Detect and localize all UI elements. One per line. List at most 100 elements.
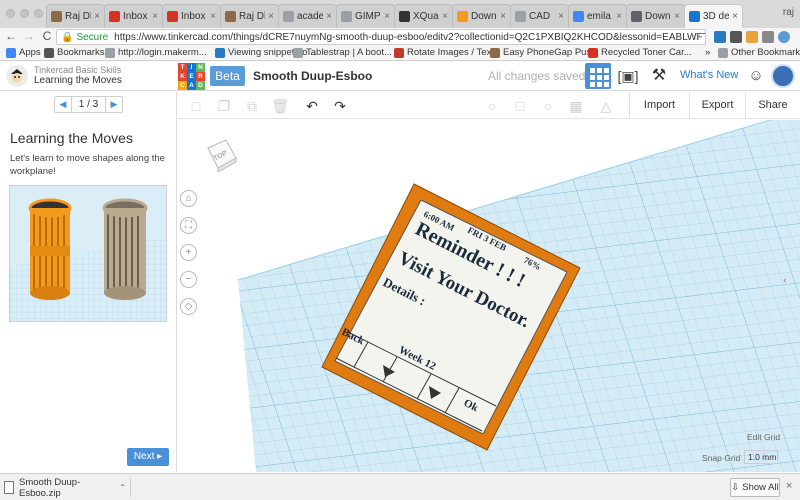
browser-tab[interactable]: Inbox -×	[104, 4, 163, 28]
browser-tab[interactable]: acade ×	[278, 4, 337, 28]
tab-title: Raj Dhi	[239, 11, 265, 22]
browser-tab[interactable]: 3D des×	[684, 4, 743, 28]
add-user-icon[interactable]: ☺+	[745, 65, 767, 106]
trash-icon[interactable]: 🗑	[270, 96, 290, 116]
browser-tab[interactable]: Raj Dhi×	[220, 4, 279, 28]
url-bar[interactable]: 🔒 Secure https://www.tinkercad.com/thing…	[56, 29, 706, 45]
duplicate-icon[interactable]: ⧉	[242, 96, 262, 116]
bookmark-item[interactable]: http://login.makerm...	[105, 47, 207, 58]
back-button[interactable]: ←	[4, 29, 18, 43]
collapse-panel-icon[interactable]: ‹	[778, 273, 792, 289]
show-all-button[interactable]: ⇩ Show All	[730, 478, 780, 497]
close-icon[interactable]: ×	[384, 11, 390, 22]
close-icon[interactable]: ×	[616, 11, 622, 22]
note-icon[interactable]: □	[510, 96, 530, 116]
close-icon[interactable]: ×	[326, 11, 332, 22]
browser-tab[interactable]: Downlo×	[452, 4, 511, 28]
share-button[interactable]: Share	[745, 92, 800, 119]
align-icon[interactable]: ▦	[566, 96, 586, 116]
star-icon	[44, 47, 54, 58]
close-icon[interactable]: ×	[268, 11, 274, 22]
forward-button[interactable]: →	[22, 29, 36, 43]
extension-icon[interactable]	[778, 31, 790, 43]
undo-icon[interactable]: ↶	[302, 96, 322, 116]
workplane-canvas[interactable]: 6:00 AM FRI 3 FEB 76% Reminder ! ! ! Vis…	[178, 120, 800, 472]
snap-grid-select[interactable]: 1.0 mm	[744, 450, 778, 464]
bookmark-label: Rotate Images / Tex...	[407, 47, 500, 58]
zoom-out-icon[interactable]: −	[180, 271, 197, 288]
close-icon[interactable]: ×	[94, 11, 100, 22]
bookmarks-overflow-button[interactable]: »	[705, 47, 710, 58]
chevron-up-icon[interactable]: ⌃	[119, 483, 126, 492]
reload-button[interactable]: C	[40, 29, 54, 43]
bulb-icon[interactable]: ○	[482, 96, 502, 116]
other-bookmarks[interactable]: Other Bookmarks	[718, 47, 800, 58]
extension-icon[interactable]	[730, 31, 742, 43]
bookmark-item[interactable]: Tablestrap | A boot...	[293, 47, 392, 58]
bookmark-label: Easy PhoneGap Pus...	[503, 47, 600, 58]
extension-icon[interactable]	[714, 31, 726, 43]
user-avatar[interactable]	[771, 64, 795, 88]
import-button[interactable]: Import	[629, 92, 689, 119]
extension-icon[interactable]	[762, 31, 774, 43]
close-icon[interactable]: ×	[152, 11, 158, 22]
close-icon[interactable]: ×	[732, 11, 738, 22]
browser-tab[interactable]: Raj Dhi×	[46, 4, 105, 28]
redo-icon[interactable]: ↷	[330, 96, 350, 116]
code-blocks-icon[interactable]: [▣]	[617, 65, 639, 87]
bookmark-label: Bookmarks	[57, 47, 105, 58]
next-step-arrow[interactable]: ▶	[106, 97, 122, 112]
zoom-in-icon[interactable]: +	[180, 244, 197, 261]
close-icon[interactable]: ×	[558, 11, 564, 22]
next-button[interactable]: Next ▸	[127, 448, 169, 466]
browser-tab[interactable]: GIMP -×	[336, 4, 395, 28]
hole-icon[interactable]: ○	[538, 96, 558, 116]
download-item[interactable]: Smooth Duup-Esboo.zip ⌃	[4, 477, 131, 499]
paste-icon[interactable]: ❐	[214, 96, 234, 116]
perspective-icon[interactable]: ◇	[180, 298, 197, 315]
prev-step-button[interactable]: ◀	[55, 97, 71, 112]
close-icon[interactable]: ×	[786, 480, 792, 492]
fit-view-icon[interactable]: ⛶	[180, 217, 197, 234]
edit-grid-link[interactable]: Edit Grid	[747, 432, 780, 442]
bookmark-item[interactable]: Apps	[6, 47, 41, 58]
tinkercad-logo[interactable]: TINKERCAD	[178, 63, 205, 90]
3d-view-button[interactable]	[585, 63, 611, 89]
gmail-favicon	[109, 11, 120, 22]
download-file-name[interactable]: Smooth Duup-Esboo.zip	[19, 477, 114, 499]
close-icon[interactable]: ×	[210, 11, 216, 22]
browser-tab[interactable]: CAD ×	[510, 4, 569, 28]
url-text[interactable]: https://www.tinkercad.com/things/dCRE7nu…	[114, 32, 705, 43]
bookmark-label: http://login.makerm...	[118, 47, 207, 58]
logo-letter: E	[187, 72, 196, 81]
browser-tab[interactable]: emila ×	[568, 4, 627, 28]
browser-tab[interactable]: Inbox (×	[162, 4, 221, 28]
profile-name[interactable]: raj	[783, 7, 794, 18]
new-shape-icon[interactable]: □	[186, 96, 206, 116]
bookmark-item[interactable]: Bookmarks	[44, 47, 105, 58]
browser-tab[interactable]: XQuart×	[394, 4, 453, 28]
bookmark-item[interactable]: Recycled Toner Car...	[588, 47, 692, 58]
maximize-window-button[interactable]	[34, 9, 43, 18]
view-cube[interactable]: TOP	[204, 138, 238, 173]
extension-icon[interactable]	[746, 31, 758, 43]
close-window-button[interactable]	[6, 9, 15, 18]
design-name[interactable]: Smooth Duup-Esboo	[253, 69, 372, 83]
close-icon[interactable]: ×	[442, 11, 448, 22]
whats-new-link[interactable]: What's New	[680, 69, 738, 81]
tab-title: acade	[297, 11, 324, 22]
bookmark-item[interactable]: Rotate Images / Tex...	[394, 47, 499, 58]
downloads-bar: Smooth Duup-Esboo.zip ⌃ ⇩ Show All ×	[0, 473, 800, 500]
lesson-mascot-icon	[6, 65, 28, 87]
workplane-viewport[interactable]: 6:00 AM FRI 3 FEB 76% Reminder ! ! ! Vis…	[178, 120, 800, 472]
bookmark-star-icon[interactable]: ☆	[692, 32, 701, 43]
mirror-icon[interactable]: △	[596, 96, 616, 116]
close-icon[interactable]: ×	[674, 11, 680, 22]
bookmark-item[interactable]: Easy PhoneGap Pus...	[490, 47, 599, 58]
home-view-icon[interactable]: ⌂	[180, 190, 197, 207]
pickaxe-icon[interactable]: ⚒	[648, 65, 670, 87]
browser-tab[interactable]: Downl ×	[626, 4, 685, 28]
minimize-window-button[interactable]	[20, 9, 29, 18]
export-button[interactable]: Export	[689, 92, 745, 119]
close-icon[interactable]: ×	[500, 11, 506, 22]
